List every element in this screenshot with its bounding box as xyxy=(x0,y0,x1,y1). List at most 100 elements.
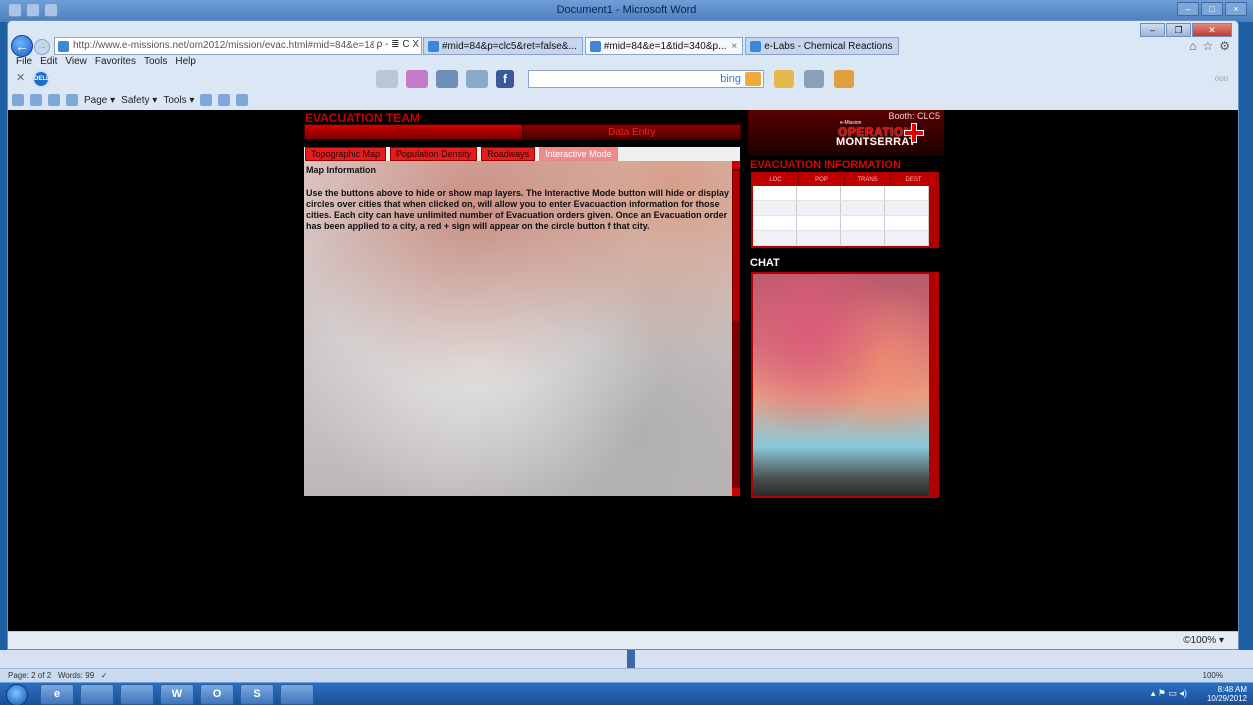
table-row[interactable] xyxy=(753,201,929,216)
word-horizontal-scroll[interactable] xyxy=(0,650,1253,668)
table-row[interactable] xyxy=(753,231,929,246)
tray-icons[interactable]: ▴ ⚑ ▭ ◂) xyxy=(1151,688,1187,699)
table-rows xyxy=(753,186,929,246)
translate-icon[interactable] xyxy=(236,94,249,106)
print-icon[interactable] xyxy=(66,94,78,106)
map-info-heading: Map Information xyxy=(306,165,376,175)
map-panel: Topographic Map Population Density Roadw… xyxy=(304,147,740,496)
home-icon[interactable]: ⌂ xyxy=(1189,39,1196,53)
chat-box[interactable] xyxy=(751,272,939,498)
mission-app: EVACUATION TEAM Shelters Data Entry Topo… xyxy=(303,110,944,500)
browser-status-bar: ©100% ▾ xyxy=(8,631,1238,649)
address-bar[interactable]: http://www.e-missions.net/om2012/mission… xyxy=(54,37,422,55)
menu-favorites[interactable]: Favorites xyxy=(95,56,136,67)
zoom-control[interactable]: ©100% ▾ xyxy=(1183,635,1224,646)
evacuation-info-title: EVACUATION INFORMATION xyxy=(750,159,901,171)
like-icon[interactable] xyxy=(774,70,794,88)
browser-tab[interactable]: #mid=84&p=clc5&ret=false&... xyxy=(423,37,583,55)
close-toolbar-icon[interactable]: ✕ xyxy=(16,71,25,84)
word-status-bar: Page: 2 of 2 Words: 99 ✓ 100% xyxy=(0,668,1253,682)
taskbar-media-icon[interactable] xyxy=(80,684,114,705)
menu-file[interactable]: File xyxy=(16,56,32,67)
settings-gear-icon[interactable]: ⚙ xyxy=(1219,39,1230,53)
tab-data-entry[interactable]: Data Entry xyxy=(522,124,741,140)
menu-tools[interactable]: Tools xyxy=(144,56,167,67)
menu-bar: File Edit View Favorites Tools Help xyxy=(16,56,196,67)
menu-help[interactable]: Help xyxy=(175,56,196,67)
browser-tab-active[interactable]: #mid=84&e=1&tid=340&p... × xyxy=(584,37,744,55)
team-title: EVACUATION TEAM xyxy=(305,111,420,125)
forward-button[interactable]: → xyxy=(34,39,50,55)
word-count[interactable]: Words: 99 xyxy=(58,671,94,680)
facebook-icon[interactable]: f xyxy=(496,70,514,88)
windows-taskbar: e W O S ▴ ⚑ ▭ ◂) 8:48 AM 10/29/2012 xyxy=(0,682,1253,705)
map-scrollbar[interactable] xyxy=(732,161,740,496)
research-icon[interactable] xyxy=(218,94,231,106)
favorites-star-icon[interactable]: ☆ xyxy=(1202,39,1213,53)
toolbar-app-icon[interactable] xyxy=(466,70,488,88)
taskbar-outlook-icon[interactable]: O xyxy=(200,684,234,705)
table-row[interactable] xyxy=(753,216,929,231)
scroll-thumb[interactable] xyxy=(627,650,635,668)
toolbar-app-icon[interactable] xyxy=(376,70,398,88)
table-row[interactable] xyxy=(753,186,929,201)
games-icon[interactable] xyxy=(804,70,824,88)
proofing-icon[interactable]: ✓ xyxy=(101,671,108,680)
clock[interactable]: 8:48 AM 10/29/2012 xyxy=(1207,685,1247,703)
toolbar-app-icon[interactable] xyxy=(406,70,428,88)
search-icon[interactable] xyxy=(745,72,761,86)
population-density-button[interactable]: Population Density xyxy=(390,147,478,161)
interactive-mode-button[interactable]: Interactive Mode xyxy=(539,147,618,161)
evacuation-table: LOC POP TRANS DEST xyxy=(751,172,939,248)
map-info-text: Use the buttons above to hide or show ma… xyxy=(306,188,730,231)
roadways-button[interactable]: Roadways xyxy=(481,147,536,161)
address-text: http://www.e-missions.net/om2012/mission… xyxy=(73,40,405,51)
browser-tab[interactable]: e-Labs - Chemical Reactions xyxy=(745,37,899,55)
chat-title: CHAT xyxy=(750,257,780,269)
back-button[interactable]: ← xyxy=(11,35,33,57)
chat-scrollbar[interactable] xyxy=(929,274,937,496)
start-button[interactable] xyxy=(6,684,28,705)
search-input[interactable]: bing xyxy=(528,70,764,88)
mail-icon[interactable] xyxy=(48,94,60,106)
home-icon[interactable] xyxy=(12,94,24,106)
map-information: Map Information Use the buttons above to… xyxy=(306,165,731,232)
word-minimize-button[interactable]: – xyxy=(1177,2,1199,16)
menu-tools-cmd[interactable]: Tools ▾ xyxy=(163,95,194,106)
menu-safety[interactable]: Safety ▾ xyxy=(121,95,157,106)
column-header[interactable]: LOC xyxy=(753,174,799,186)
word-close-button[interactable]: × xyxy=(1225,2,1247,16)
word-status-left: Page: 2 of 2 Words: 99 ✓ xyxy=(8,671,108,680)
column-header[interactable]: TRANS xyxy=(845,174,891,186)
topographic-map-button[interactable]: Topographic Map xyxy=(305,147,387,161)
ie-page-icon xyxy=(589,41,601,52)
table-scrollbar[interactable] xyxy=(929,186,937,246)
menu-view[interactable]: View xyxy=(65,56,87,67)
taskbar-skype-icon[interactable]: S xyxy=(240,684,274,705)
word-zoom[interactable]: 100% xyxy=(1203,671,1223,680)
toolbar-app-icon[interactable] xyxy=(436,70,458,88)
scroll-up-arrow[interactable] xyxy=(732,161,740,169)
page-count[interactable]: Page: 2 of 2 xyxy=(8,671,51,680)
address-tools[interactable]: ρ - ≣ C X xyxy=(373,39,419,50)
toolbar-options-icon[interactable]: ooo xyxy=(1215,74,1228,83)
close-tab-icon[interactable]: × xyxy=(731,41,737,52)
taskbar-ie-icon[interactable]: e xyxy=(40,684,74,705)
column-header[interactable]: POP xyxy=(799,174,845,186)
bing-logo: bing xyxy=(720,73,741,85)
column-header[interactable]: DEST xyxy=(891,174,937,186)
feeds-icon[interactable] xyxy=(30,94,42,106)
menu-edit[interactable]: Edit xyxy=(40,56,57,67)
menu-page[interactable]: Page ▾ xyxy=(84,95,115,106)
word-maximize-button[interactable]: □ xyxy=(1201,2,1223,16)
tab-shelters[interactable]: Shelters xyxy=(304,124,523,140)
scroll-down-arrow[interactable] xyxy=(732,488,740,496)
alerts-icon[interactable] xyxy=(834,70,854,88)
taskbar-shield-icon[interactable] xyxy=(280,684,314,705)
help-icon[interactable] xyxy=(200,94,213,106)
taskbar-explorer-icon[interactable] xyxy=(120,684,154,705)
dell-logo-icon[interactable]: DELL xyxy=(32,70,50,88)
taskbar-word-icon[interactable]: W xyxy=(160,684,194,705)
top-tabs: Shelters Data Entry xyxy=(304,124,741,140)
scroll-thumb[interactable] xyxy=(733,171,739,321)
